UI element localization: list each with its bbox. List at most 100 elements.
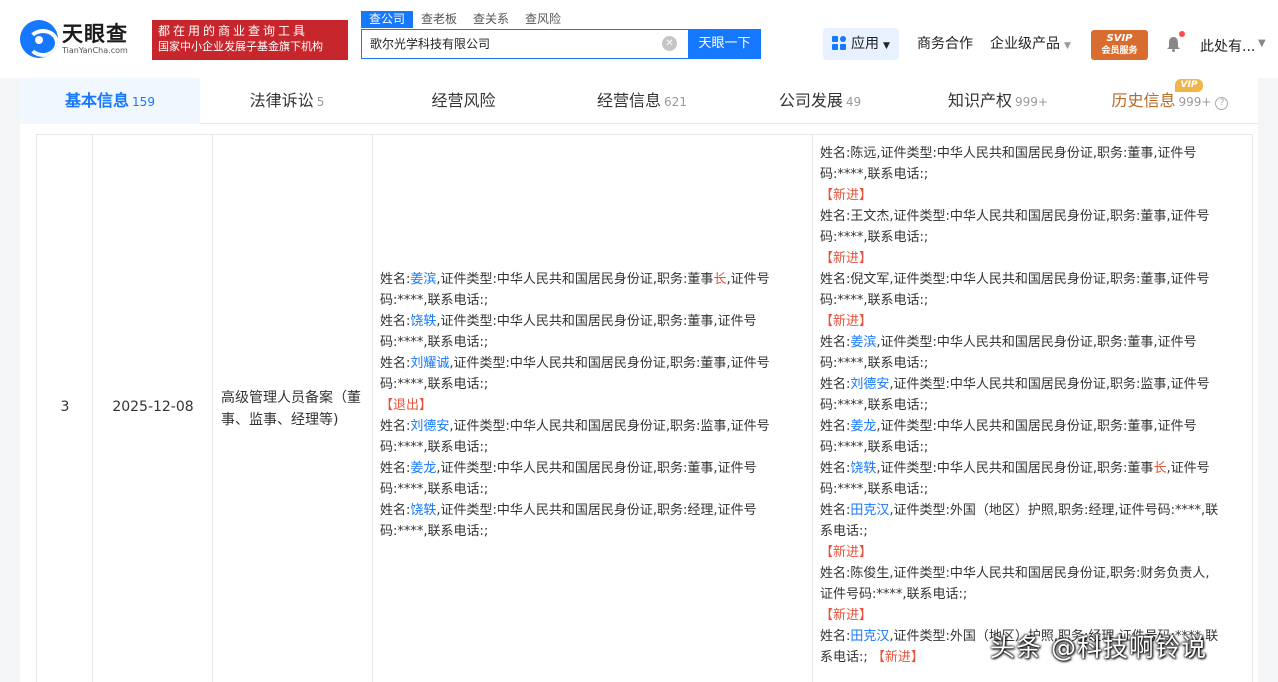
tab-search-risk[interactable]: 查风险 bbox=[517, 11, 569, 28]
record-text: 姓名:王文杰,证件类型:中华人民共和国居民身份证,职务:董事,证件号 bbox=[820, 209, 1210, 224]
slogan-banner: 都在用的商业查询工具 国家中小企业发展子基金旗下机构 bbox=[152, 20, 348, 60]
record-text: 姓名: bbox=[820, 377, 851, 392]
tab-search-boss[interactable]: 查老板 bbox=[413, 11, 465, 28]
record-text: 姓名: bbox=[820, 461, 851, 476]
record-text: 姓名: bbox=[820, 335, 851, 350]
record-text: 姓名: bbox=[380, 419, 411, 434]
record-text: ,证件类型:中华人民共和国居民身份证,职务:董事,证件号 bbox=[876, 419, 1197, 434]
page: { "brand": {"name": "天眼查", "en": "TianYa… bbox=[0, 0, 1278, 682]
record-text: 码:****,联系电话:; bbox=[820, 230, 929, 245]
person-name-link[interactable]: 刘德安 bbox=[410, 419, 449, 434]
change-date: 2025-12-08 bbox=[112, 399, 194, 415]
row-index: 3 bbox=[60, 399, 70, 415]
change-tag: 【新进】 bbox=[820, 251, 873, 266]
top-header: 天眼查 TianYanCha.com 都在用的商业查询工具 国家中小企业发展子基… bbox=[0, 0, 1278, 78]
enterprise-label: 企业级产品 bbox=[990, 36, 1060, 52]
person-name-link[interactable]: 姜滨 bbox=[410, 272, 436, 287]
record-line: 码:****,联系电话:; bbox=[380, 521, 808, 542]
record-line: 姓名:姜龙,证件类型:中华人民共和国居民身份证,职务:董事,证件号 bbox=[380, 458, 808, 479]
record-text: 姓名: bbox=[820, 629, 851, 644]
change-tag: 【新进】 bbox=[867, 650, 924, 665]
record-text: 姓名:倪文军,证件类型:中华人民共和国居民身份证,职务:董事,证件号 bbox=[820, 272, 1210, 287]
brand-logo[interactable]: 天眼查 TianYanCha.com bbox=[20, 20, 128, 58]
record-text: 姓名: bbox=[380, 503, 411, 518]
person-name-link[interactable]: 姜龙 bbox=[850, 419, 876, 434]
person-name-link[interactable]: 刘耀诚 bbox=[410, 356, 449, 371]
tab-label: 知识产权 bbox=[948, 91, 1013, 110]
tab-search-relation[interactable]: 查关系 bbox=[465, 11, 517, 28]
record-text: 系电话:; bbox=[820, 650, 868, 665]
record-line: 姓名:饶轶,证件类型:中华人民共和国居民身份证,职务:董事长,证件号 bbox=[820, 458, 1248, 479]
svip-button[interactable]: SVIP 会员服务 bbox=[1091, 30, 1148, 60]
record-text: 姓名:陈远,证件类型:中华人民共和国居民身份证,职务:董事,证件号 bbox=[820, 146, 1197, 161]
tab-count: 999+ bbox=[1015, 95, 1048, 109]
record-line: 系电话:; bbox=[820, 521, 1248, 542]
tab-intellectual-property[interactable]: 知识产权 999+ bbox=[908, 78, 1088, 124]
tab-company-development[interactable]: 公司发展 49 bbox=[730, 78, 910, 124]
clear-icon[interactable]: ✕ bbox=[662, 36, 677, 51]
person-name-link[interactable]: 田克汉 bbox=[850, 629, 889, 644]
record-text: 姓名:陈俊生,证件类型:中华人民共和国居民身份证,职务:财务负责人, bbox=[820, 566, 1210, 581]
search-button[interactable]: 天眼一下 bbox=[688, 29, 761, 59]
record-line: 姓名:姜龙,证件类型:中华人民共和国居民身份证,职务:董事,证件号 bbox=[820, 416, 1248, 437]
record-line: 码:****,联系电话:; bbox=[380, 332, 808, 353]
tab-lawsuits[interactable]: 法律诉讼 5 bbox=[197, 78, 377, 124]
brand-domain: TianYanCha.com bbox=[62, 46, 128, 55]
chevron-down-icon[interactable]: ▼ bbox=[1258, 38, 1266, 49]
person-name-link[interactable]: 饶轶 bbox=[410, 314, 436, 329]
vip-badge: VIP bbox=[1175, 79, 1203, 92]
record-line: 码:****,联系电话:; bbox=[380, 437, 808, 458]
record-text: ,证件类型:中华人民共和国居民身份证,职务:监事,证件号 bbox=[449, 419, 770, 434]
record-text: 码:****,联系电话:; bbox=[380, 293, 489, 308]
record-text: 码:****,联系电话:; bbox=[820, 167, 929, 182]
tab-count: 999+ bbox=[1178, 95, 1212, 109]
change-tag: 【新进】 bbox=[820, 188, 873, 203]
record-line: 姓名:刘耀诚,证件类型:中华人民共和国居民身份证,职务:董事,证件号 bbox=[380, 353, 808, 374]
tab-count: 621 bbox=[664, 95, 687, 109]
change-tag: 【新进】 bbox=[820, 608, 873, 623]
record-text: 长 bbox=[1153, 461, 1167, 476]
change-tag: 【退出】 bbox=[380, 398, 433, 413]
main-content: 3 2025-12-08 高级管理人员备案（董事、监事、经理等) 姓名:姜滨,证… bbox=[20, 124, 1258, 682]
record-text: 姓名: bbox=[820, 503, 851, 518]
tab-label: 公司发展 bbox=[778, 91, 843, 110]
record-text: 码:****,联系电话:; bbox=[380, 524, 489, 539]
person-name-link[interactable]: 饶轶 bbox=[410, 503, 436, 518]
enterprise-products-link[interactable]: 企业级产品 ▼ bbox=[990, 36, 1071, 55]
tab-operating-info[interactable]: 经营信息 621 bbox=[552, 78, 732, 124]
record-line: 姓名:姜滨,证件类型:中华人民共和国居民身份证,职务:董事长,证件号 bbox=[380, 269, 808, 290]
search-input[interactable]: 歌尔光学科技有限公司 bbox=[361, 29, 688, 59]
record-line: 姓名:倪文军,证件类型:中华人民共和国居民身份证,职务:董事,证件号 bbox=[820, 269, 1248, 290]
person-name-link[interactable]: 刘德安 bbox=[850, 377, 889, 392]
bell-icon[interactable] bbox=[1166, 36, 1181, 52]
business-link[interactable]: 商务合作 bbox=[917, 36, 973, 53]
help-icon[interactable]: ? bbox=[1215, 97, 1229, 110]
tab-label: 经营信息 bbox=[597, 91, 662, 110]
person-name-link[interactable]: 姜龙 bbox=[410, 461, 436, 476]
tab-count: 159 bbox=[132, 95, 155, 109]
record-text: ,证件号 bbox=[1166, 461, 1210, 476]
record-line: 码:****,联系电话:; bbox=[380, 479, 808, 500]
svip-label: SVIP bbox=[1106, 33, 1133, 44]
change-tag: 【新进】 bbox=[820, 545, 873, 560]
record-text: 姓名: bbox=[380, 272, 411, 287]
tab-business-risk[interactable]: 经营风险 bbox=[375, 78, 555, 124]
user-name[interactable]: 此处有... bbox=[1200, 36, 1255, 56]
apps-grid-icon bbox=[832, 36, 846, 50]
person-name-link[interactable]: 饶轶 bbox=[850, 461, 876, 476]
record-text: 码:****,联系电话:; bbox=[380, 440, 489, 455]
tab-history-info[interactable]: 历史信息 999+? bbox=[1080, 78, 1260, 124]
record-text: 姓名: bbox=[380, 461, 411, 476]
person-name-link[interactable]: 田克汉 bbox=[850, 503, 889, 518]
tab-basic-info[interactable]: 基本信息 159 bbox=[20, 78, 200, 124]
record-line: 姓名:王文杰,证件类型:中华人民共和国居民身份证,职务:董事,证件号 bbox=[820, 206, 1248, 227]
record-text: 码:****,联系电话:; bbox=[380, 482, 489, 497]
apps-menu-button[interactable]: 应用 ▼ bbox=[823, 28, 899, 60]
change-item: 高级管理人员备案（董事、监事、经理等) bbox=[221, 390, 361, 428]
record-text: ,证件类型:中华人民共和国居民身份证,职务:董事 bbox=[436, 272, 714, 287]
record-text: 码:****,联系电话:; bbox=[820, 440, 929, 455]
person-name-link[interactable]: 姜滨 bbox=[850, 335, 876, 350]
tab-search-company[interactable]: 查公司 bbox=[361, 11, 414, 28]
search-type-tabs: 查公司 查老板 查关系 查风险 bbox=[361, 11, 569, 28]
brand-name: 天眼查 bbox=[62, 22, 128, 46]
